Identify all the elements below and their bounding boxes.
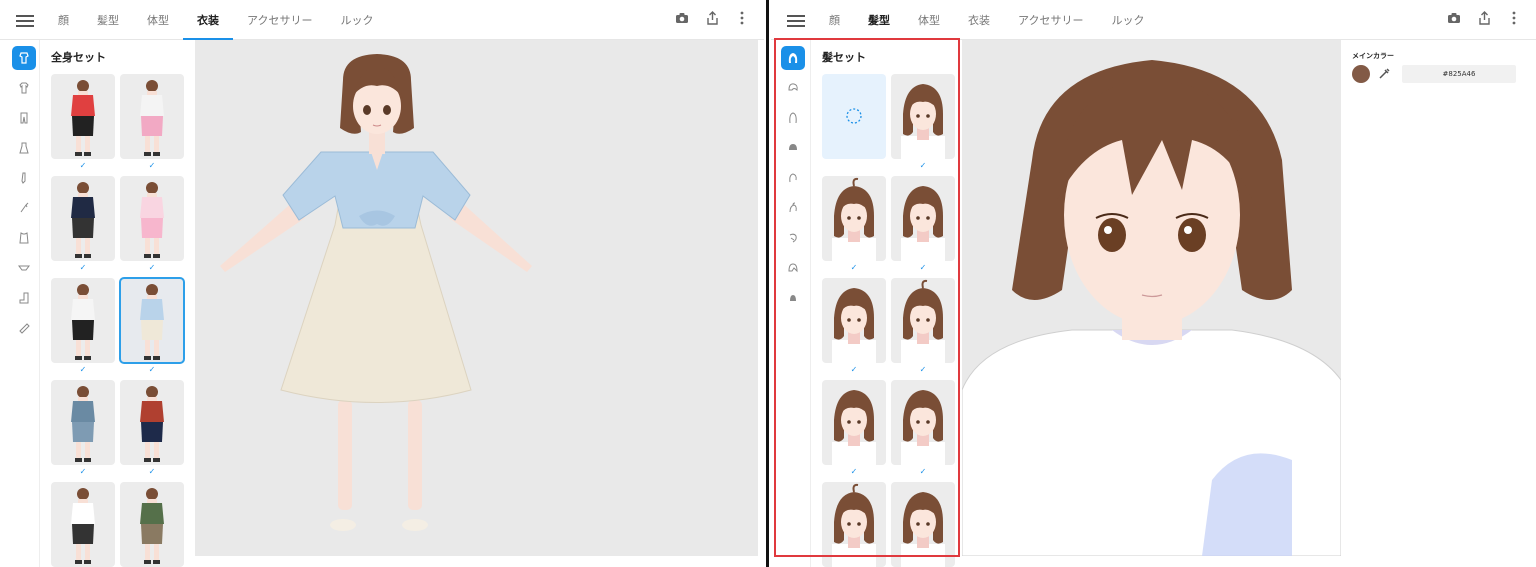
category-tabs: 顔 髪型 体型 衣装 アクセサリー ルック bbox=[44, 0, 387, 40]
tab-accessory[interactable]: アクセサリー bbox=[1004, 0, 1097, 40]
more-vertical-icon[interactable] bbox=[734, 10, 750, 26]
more-vertical-icon[interactable] bbox=[1506, 10, 1522, 26]
tab-body[interactable]: 体型 bbox=[133, 0, 183, 40]
owned-check-icon: ✓ bbox=[148, 467, 156, 476]
hamburger-menu-icon[interactable] bbox=[16, 12, 34, 28]
outfit-list: 全身セット ✓ ✓ ✓ ✓ ✓ ✓ ✓ ✓ bbox=[41, 40, 192, 567]
jacket-icon[interactable] bbox=[12, 226, 36, 250]
outfit-thumbnail[interactable] bbox=[51, 482, 115, 567]
tab-costume[interactable]: 衣装 bbox=[183, 0, 233, 40]
owned-check-icon: ✓ bbox=[79, 365, 87, 374]
avatar-closeup bbox=[961, 60, 1342, 557]
tab-face[interactable]: 顔 bbox=[815, 0, 854, 40]
list-title: 全身セット bbox=[51, 51, 106, 64]
underwear-icon[interactable] bbox=[12, 256, 36, 280]
left-app-panel: 顔 髪型 体型 衣装 アクセサリー ルック 全身セット ✓ ✓ ✓ ✓ ✓ ✓ … bbox=[0, 0, 764, 567]
camera-icon[interactable] bbox=[674, 10, 690, 26]
outfit-thumbnail[interactable] bbox=[51, 74, 115, 159]
tab-body[interactable]: 体型 bbox=[904, 0, 954, 40]
tab-face[interactable]: 顔 bbox=[44, 0, 83, 40]
shoes-icon[interactable] bbox=[12, 286, 36, 310]
owned-check-icon: ✓ bbox=[148, 263, 156, 272]
tab-hairstyle[interactable]: 髪型 bbox=[854, 0, 904, 40]
onepiece-icon[interactable] bbox=[12, 136, 36, 160]
tab-look[interactable]: ルック bbox=[326, 0, 387, 40]
tab-look[interactable]: ルック bbox=[1097, 0, 1158, 40]
eyedropper-icon[interactable] bbox=[1376, 66, 1392, 82]
category-tabs: 顔 髪型 体型 衣装 アクセサリー ルック bbox=[815, 0, 1158, 40]
owned-check-icon: ✓ bbox=[79, 161, 87, 170]
gloves-icon[interactable] bbox=[12, 196, 36, 220]
avatar-viewport[interactable] bbox=[195, 40, 758, 556]
top-toolbar: 顔 髪型 体型 衣装 アクセサリー ルック bbox=[771, 0, 1536, 40]
color-inspector: メインカラー #825A46 bbox=[1341, 40, 1536, 567]
owned-check-icon: ✓ bbox=[148, 161, 156, 170]
accessory-icon[interactable] bbox=[12, 316, 36, 340]
screenshot-divider bbox=[764, 0, 771, 567]
tops-icon[interactable] bbox=[12, 76, 36, 100]
bottoms-icon[interactable] bbox=[12, 106, 36, 130]
hex-color-field[interactable]: #825A46 bbox=[1402, 65, 1516, 83]
hamburger-menu-icon[interactable] bbox=[787, 12, 805, 28]
outfit-thumbnail[interactable] bbox=[51, 176, 115, 261]
tab-costume[interactable]: 衣装 bbox=[954, 0, 1004, 40]
costume-category-sidebar bbox=[0, 40, 40, 567]
outfit-thumbnail[interactable] bbox=[119, 277, 185, 364]
right-app-panel: 顔 髪型 体型 衣装 アクセサリー ルック 髪セット ✓ ✓ ✓ ✓ ✓ ✓ ✓… bbox=[771, 0, 1536, 567]
full-set-icon[interactable] bbox=[12, 46, 36, 70]
share-icon[interactable] bbox=[704, 10, 720, 26]
highlight-box bbox=[774, 38, 960, 557]
camera-icon[interactable] bbox=[1446, 10, 1462, 26]
outfit-thumbnail[interactable] bbox=[51, 278, 115, 363]
top-actions bbox=[674, 10, 750, 26]
outfit-thumbnail[interactable] bbox=[120, 380, 184, 465]
owned-check-icon: ✓ bbox=[79, 467, 87, 476]
share-icon[interactable] bbox=[1476, 10, 1492, 26]
main-color-swatch[interactable] bbox=[1352, 65, 1370, 83]
tab-hairstyle[interactable]: 髪型 bbox=[83, 0, 133, 40]
top-toolbar: 顔 髪型 体型 衣装 アクセサリー ルック bbox=[0, 0, 764, 40]
avatar-full-body bbox=[220, 54, 532, 531]
split-screenshot: 顔 髪型 体型 衣装 アクセサリー ルック 全身セット ✓ ✓ ✓ ✓ ✓ ✓ … bbox=[0, 0, 1536, 567]
outfit-thumbnail[interactable] bbox=[120, 176, 184, 261]
main-color-label: メインカラー bbox=[1352, 52, 1394, 60]
outfit-thumbnail[interactable] bbox=[120, 74, 184, 159]
tab-accessory[interactable]: アクセサリー bbox=[233, 0, 326, 40]
owned-check-icon: ✓ bbox=[148, 365, 156, 374]
owned-check-icon: ✓ bbox=[79, 263, 87, 272]
outfit-thumbnail[interactable] bbox=[120, 482, 184, 567]
socks-icon[interactable] bbox=[12, 166, 36, 190]
outfit-thumbnail[interactable] bbox=[51, 380, 115, 465]
top-actions bbox=[1446, 10, 1522, 26]
avatar-viewport[interactable] bbox=[961, 40, 1342, 557]
